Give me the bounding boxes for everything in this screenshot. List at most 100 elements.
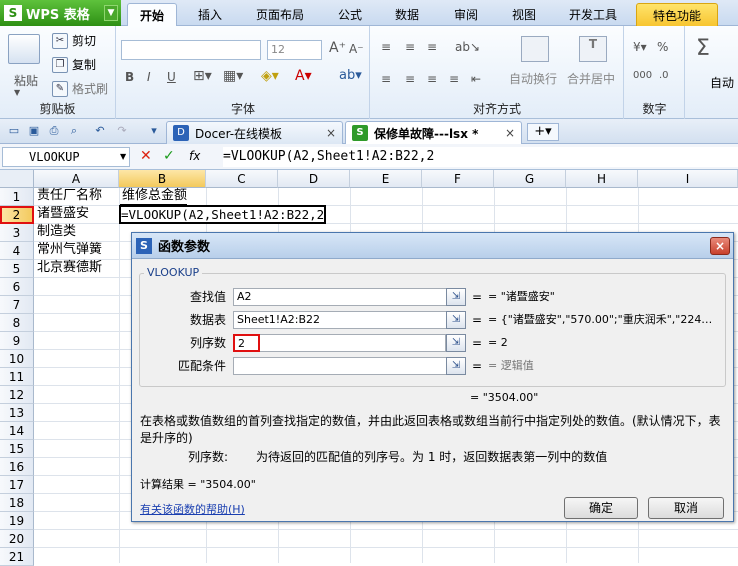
chevron-down-icon[interactable]: ▼ <box>104 5 118 21</box>
paste-dropdown-icon[interactable]: ▼ <box>14 88 20 97</box>
undo-icon[interactable]: ↶ <box>92 123 108 139</box>
param-input-table-array[interactable]: Sheet1!A2:B22 <box>233 311 452 329</box>
indent-icon[interactable]: ⇤ <box>471 72 481 86</box>
row-header[interactable]: 7 <box>0 296 34 314</box>
justify-icon[interactable]: ≡ <box>449 72 459 86</box>
tab-page-layout[interactable]: 页面布局 <box>246 3 314 26</box>
cell-a5[interactable]: 北京赛德斯 <box>35 259 102 277</box>
merge-border-icon[interactable]: ▦▾ <box>223 68 243 84</box>
column-header-g[interactable]: G <box>494 170 566 188</box>
doc-tab-docer[interactable]: D Docer-在线模板 × <box>166 121 343 144</box>
collapse-dialog-icon[interactable]: ⇲ <box>446 288 466 306</box>
paste-button[interactable]: 粘贴 <box>14 72 38 89</box>
row-header[interactable]: 13 <box>0 404 34 422</box>
cancel-formula-icon[interactable]: ✕ <box>140 148 152 164</box>
cell-a4[interactable]: 常州气弹簧 <box>35 241 102 259</box>
paste-icon[interactable] <box>8 34 40 64</box>
tab-special-features[interactable]: 特色功能 <box>636 3 718 26</box>
align-top-icon[interactable]: ≡ <box>381 40 391 54</box>
cancel-button[interactable]: 取消 <box>648 497 724 519</box>
row-header[interactable]: 16 <box>0 458 34 476</box>
param-input-range-lookup[interactable] <box>233 357 452 375</box>
row-header[interactable]: 15 <box>0 440 34 458</box>
italic-icon[interactable]: I <box>147 70 151 84</box>
insert-function-icon[interactable]: fx <box>189 149 200 163</box>
row-header[interactable]: 8 <box>0 314 34 332</box>
tab-insert[interactable]: 插入 <box>186 3 234 26</box>
border-icon[interactable]: ⊞▾ <box>193 68 212 84</box>
doc-tab-active-sheet[interactable]: S 保修单故障---lsx * × <box>345 121 522 144</box>
align-bottom-icon[interactable]: ≡ <box>427 40 437 54</box>
cell-a3[interactable]: 制造类 <box>35 223 76 241</box>
column-header-c[interactable]: C <box>206 170 278 188</box>
fill-color-icon[interactable]: ◈▾ <box>261 68 279 84</box>
ok-button[interactable]: 确定 <box>564 497 638 519</box>
param-input-col-index-highlight[interactable]: 2 <box>233 334 260 352</box>
merge-center-icon[interactable]: T <box>579 36 607 62</box>
row-header[interactable]: 19 <box>0 512 34 530</box>
row-header[interactable]: 14 <box>0 422 34 440</box>
row-header[interactable]: 5 <box>0 260 34 278</box>
row-header[interactable]: 9 <box>0 332 34 350</box>
font-name-combo[interactable] <box>121 40 261 60</box>
close-icon[interactable]: × <box>505 126 515 140</box>
tab-data[interactable]: 数据 <box>384 3 430 26</box>
name-box[interactable]: VLOOKUP <box>2 147 130 167</box>
text-style-icon[interactable]: ab▾ <box>339 68 362 83</box>
column-header-e[interactable]: E <box>350 170 422 188</box>
text-orientation-icon[interactable]: ab↘ <box>455 40 480 54</box>
column-header-b[interactable]: B <box>119 170 206 188</box>
row-header[interactable]: 18 <box>0 494 34 512</box>
open-folder-icon[interactable]: ▭ <box>6 123 22 139</box>
underline-icon[interactable]: U <box>167 70 176 84</box>
collapse-dialog-icon[interactable]: ⇲ <box>446 334 466 352</box>
bold-icon[interactable]: B <box>125 70 134 84</box>
column-header-d[interactable]: D <box>278 170 350 188</box>
decimal-icon[interactable]: .0 <box>659 70 669 81</box>
tab-view[interactable]: 视图 <box>501 3 547 26</box>
print-icon[interactable]: ⎙ <box>46 123 62 139</box>
tab-review[interactable]: 审阅 <box>443 3 489 26</box>
cell-b1[interactable]: 维修总金额 <box>120 187 188 205</box>
percent-icon[interactable]: % <box>657 40 668 54</box>
close-icon[interactable]: × <box>326 126 336 140</box>
tab-developer[interactable]: 开发工具 <box>560 3 626 26</box>
cell-b2-editing[interactable]: =VLOOKUP(A2,Sheet1!A2:B22,2 <box>119 205 327 224</box>
column-header-h[interactable]: H <box>566 170 638 188</box>
row-header[interactable]: 6 <box>0 278 34 296</box>
cell-a1[interactable]: 责任厂名称 <box>35 187 102 205</box>
row-header[interactable]: 21 <box>0 548 34 566</box>
row-header[interactable]: 11 <box>0 368 34 386</box>
auto-sum-button[interactable]: 自动 <box>710 74 734 91</box>
save-icon[interactable]: ▣ <box>26 123 42 139</box>
tab-home[interactable]: 开始 <box>127 3 177 26</box>
currency-icon[interactable]: ¥▾ <box>633 40 647 54</box>
align-center-icon[interactable]: ≡ <box>405 72 415 86</box>
wrap-text-button[interactable]: 自动换行 <box>509 70 557 87</box>
dialog-close-button[interactable]: × <box>710 237 730 255</box>
row-header[interactable]: 4 <box>0 242 34 260</box>
cell-a2[interactable]: 诸暨盛安 <box>35 205 89 223</box>
param-input-col-index[interactable] <box>260 334 446 352</box>
new-tab-button[interactable]: +▾ <box>527 123 559 141</box>
confirm-formula-icon[interactable]: ✓ <box>163 148 175 164</box>
row-header[interactable]: 20 <box>0 530 34 548</box>
cut-button[interactable]: ✂ 剪切 <box>52 32 96 49</box>
row-header[interactable]: 3 <box>0 224 34 242</box>
wps-app-menu-button[interactable]: S WPS 表格 ▼ <box>0 0 121 26</box>
row-header[interactable]: 17 <box>0 476 34 494</box>
font-color-icon[interactable]: A▾ <box>295 68 312 84</box>
row-header[interactable]: 12 <box>0 386 34 404</box>
format-painter-button[interactable]: ✎ 格式刷 <box>52 80 108 97</box>
collapse-dialog-icon[interactable]: ⇲ <box>446 311 466 329</box>
font-size-combo[interactable]: 12 <box>267 40 322 60</box>
font-grow-icon[interactable]: A⁺ <box>329 40 346 56</box>
row-header[interactable]: 1 <box>0 188 34 206</box>
collapse-dialog-icon[interactable]: ⇲ <box>446 357 466 375</box>
merge-center-button[interactable]: 合并居中 <box>567 70 615 87</box>
sum-icon[interactable]: Σ <box>696 36 710 61</box>
param-input-lookup-value[interactable]: A2 <box>233 288 452 306</box>
dialog-title-bar[interactable]: S 函数参数 <box>132 233 733 259</box>
align-left-icon[interactable]: ≡ <box>381 72 391 86</box>
column-header-i[interactable]: I <box>638 170 738 188</box>
